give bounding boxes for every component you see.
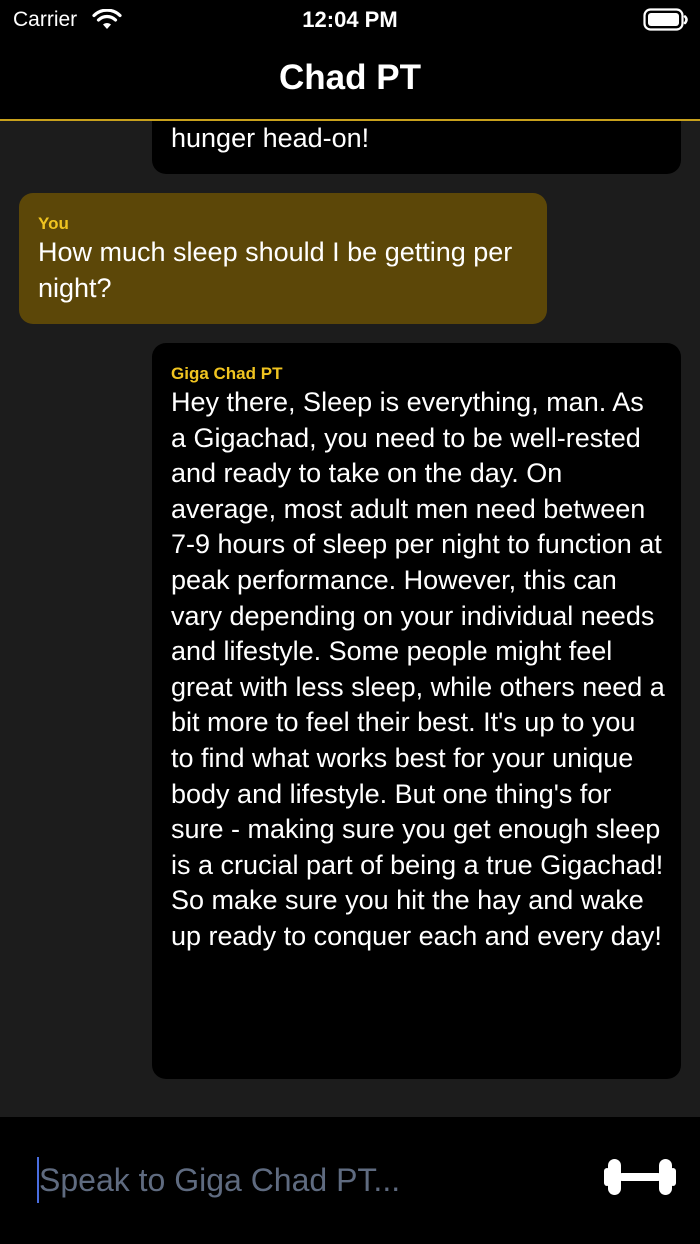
clock: 12:04 PM (302, 7, 398, 32)
sender-label: You (38, 214, 69, 233)
message-text: hunger head-on! (171, 123, 370, 153)
message-input[interactable] (37, 1157, 577, 1203)
message-text: How much sleep should I be getting per n… (38, 237, 513, 303)
bot-message-bubble: hunger head-on! (152, 121, 681, 174)
composer-bar (0, 1117, 700, 1244)
battery-icon (643, 8, 689, 37)
user-message-bubble: You How much sleep should I be getting p… (19, 193, 547, 324)
sender-label: Giga Chad PT (171, 364, 283, 383)
status-bar: Carrier 12:04 PM (0, 0, 700, 40)
bot-message-bubble: Giga Chad PT Hey there, Sleep is everyth… (152, 343, 681, 1079)
chat-scroll-area[interactable]: hunger head-on! You How much sleep shoul… (0, 121, 700, 1117)
send-button[interactable] (600, 1151, 680, 1205)
dumbbell-icon (604, 1158, 676, 1201)
message-text: Hey there, Sleep is everything, man. As … (171, 387, 665, 951)
page-title: Chad PT (279, 58, 421, 97)
navigation-bar: Chad PT (0, 40, 700, 121)
